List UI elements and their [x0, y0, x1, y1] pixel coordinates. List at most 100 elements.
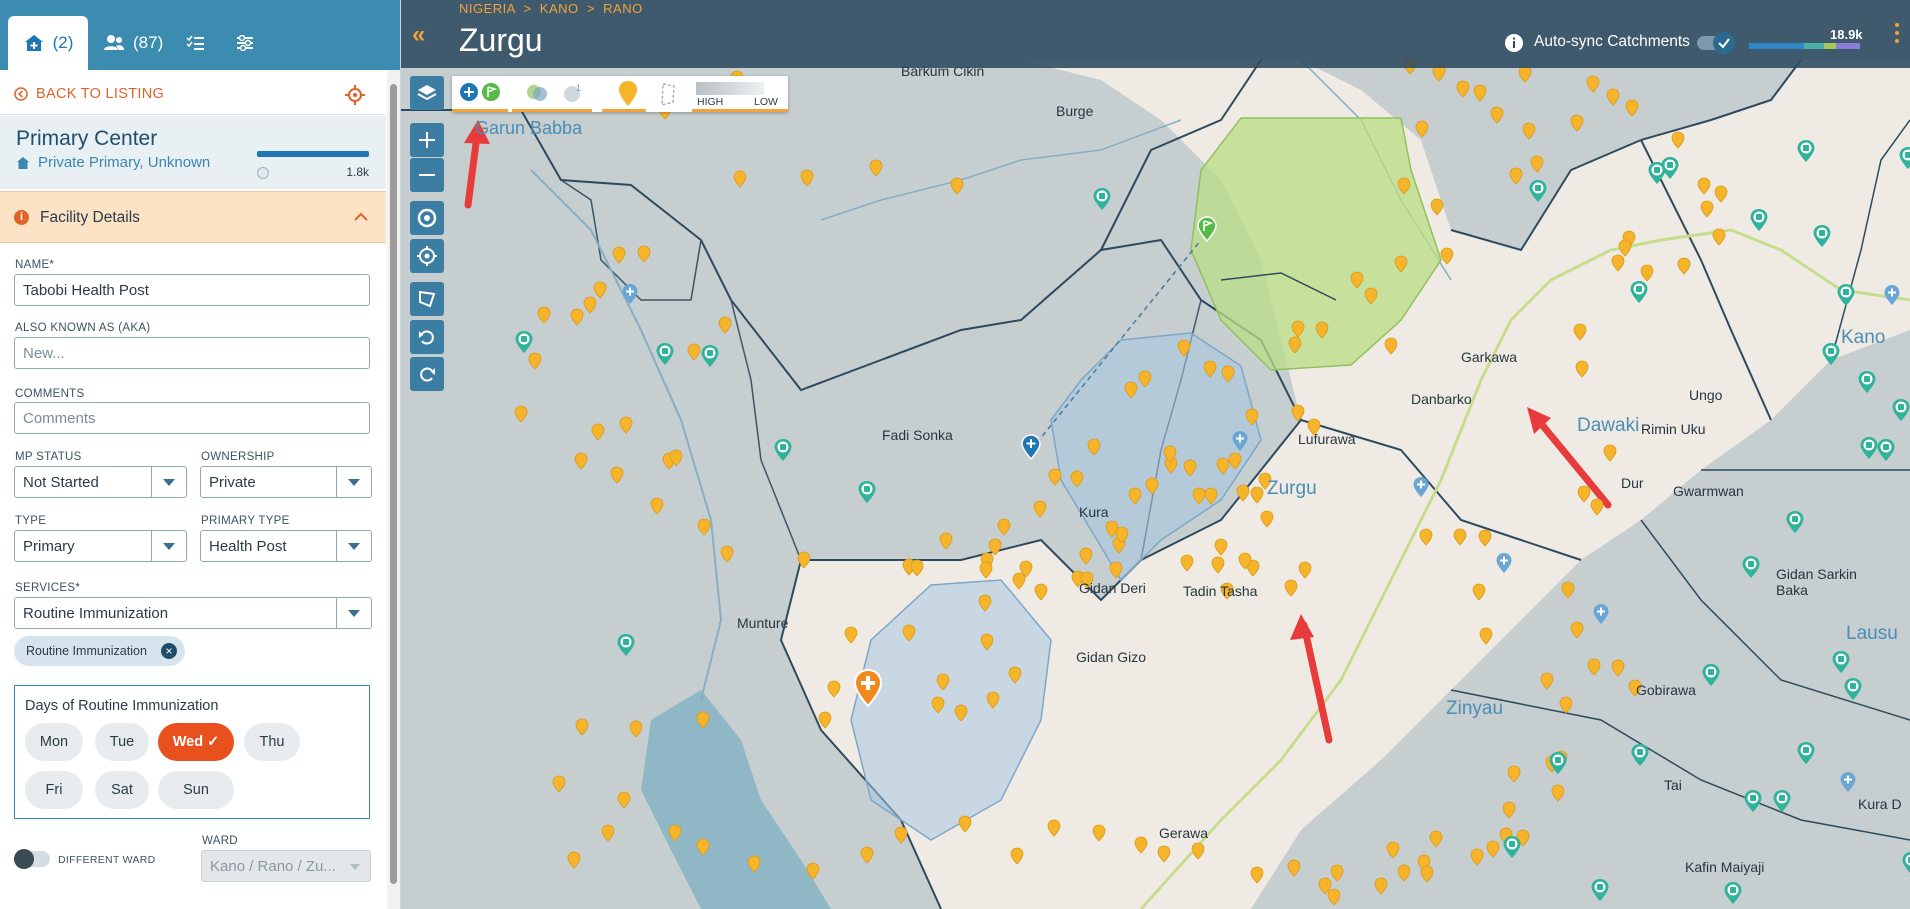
day-sun[interactable]: Sun	[158, 771, 234, 809]
facility-pin-icon[interactable]	[1440, 247, 1454, 265]
facility-pin-icon[interactable]	[980, 633, 994, 651]
facility-pin-icon[interactable]	[1561, 581, 1575, 599]
selected-facility-pin-icon[interactable]	[852, 668, 884, 708]
facility-pin-icon[interactable]	[1315, 321, 1329, 339]
facility-pin-icon[interactable]	[1587, 658, 1601, 676]
facility-pin-icon[interactable]	[1606, 88, 1620, 106]
remove-chip-icon[interactable]: ×	[161, 643, 177, 659]
facility-pin-icon[interactable]	[1109, 561, 1123, 579]
facility-pin-icon[interactable]	[1228, 452, 1242, 470]
health-post-pin-icon[interactable]	[1590, 878, 1610, 902]
facility-pin-icon[interactable]	[629, 720, 643, 738]
facility-pin-icon[interactable]	[910, 559, 924, 577]
facility-pin-icon[interactable]	[1430, 198, 1444, 216]
facility-pin-icon[interactable]	[552, 775, 566, 793]
name-input[interactable]: Tabobi Health Post	[14, 274, 370, 306]
services-select[interactable]: Routine Immunization	[14, 597, 372, 629]
day-mon[interactable]: Mon	[25, 723, 83, 761]
health-post-pin-icon[interactable]	[1723, 881, 1743, 905]
layers-button[interactable]	[410, 76, 444, 110]
facility-pin-icon[interactable]	[1019, 560, 1033, 578]
health-post-pin-icon[interactable]	[1876, 438, 1896, 462]
facility-pin-icon[interactable]	[1420, 865, 1434, 883]
facility-pin-icon[interactable]	[1573, 323, 1587, 341]
reset-view-button[interactable]	[410, 201, 444, 235]
health-post-pin-icon[interactable]	[1548, 751, 1568, 775]
health-post-pin-icon[interactable]	[1502, 835, 1522, 859]
health-post-pin-icon[interactable]	[1660, 156, 1680, 180]
facility-pin-icon[interactable]	[1540, 672, 1554, 690]
facility-pin-icon[interactable]	[1472, 583, 1486, 601]
flag-pin-icon[interactable]	[1196, 216, 1218, 242]
facility-pin-icon[interactable]	[1509, 167, 1523, 185]
breadcrumb[interactable]: NIGERIA > KANO > RANO	[459, 1, 643, 16]
health-post-pin-icon[interactable]	[1629, 280, 1649, 304]
facility-pin-icon[interactable]	[1034, 583, 1048, 601]
facility-pin-icon[interactable]	[1287, 859, 1301, 877]
facility-pin-icon[interactable]	[1522, 122, 1536, 140]
facility-pin-icon[interactable]	[1250, 486, 1264, 504]
tab-users[interactable]: (87)	[103, 16, 163, 70]
facility-pin-icon[interactable]	[1374, 877, 1388, 895]
health-post-pin-icon[interactable]	[1749, 208, 1769, 232]
facility-pin-icon[interactable]	[537, 306, 551, 324]
facility-pin-icon[interactable]	[1204, 487, 1218, 505]
facility-details-header[interactable]: i Facility Details	[0, 191, 386, 243]
facility-pin-icon[interactable]	[1397, 864, 1411, 882]
facility-pin-icon[interactable]	[1008, 666, 1022, 684]
facility-pin-icon[interactable]	[1284, 579, 1298, 597]
facility-pin-icon[interactable]	[1221, 365, 1235, 383]
zoom-out-button[interactable]	[410, 158, 444, 192]
facility-pin-icon[interactable]	[1473, 84, 1487, 102]
tab-facilities[interactable]: (2)	[8, 16, 88, 70]
auto-sync-toggle[interactable]	[1697, 32, 1735, 54]
facility-pin-icon[interactable]	[1586, 75, 1600, 93]
primary-center-pin-icon[interactable]	[1883, 284, 1901, 306]
health-post-pin-icon[interactable]	[1528, 179, 1548, 203]
health-post-pin-icon[interactable]	[857, 480, 877, 504]
day-thu[interactable]: Thu	[244, 723, 300, 761]
collapse-sidebar-button[interactable]: «	[412, 23, 436, 47]
facility-pin-icon[interactable]	[958, 815, 972, 833]
facility-pin-icon[interactable]	[601, 824, 615, 842]
facility-pin-icon[interactable]	[747, 855, 761, 873]
facility-pin-icon[interactable]	[696, 838, 710, 856]
facility-pin-icon[interactable]	[575, 718, 589, 736]
facility-pin-icon[interactable]	[939, 532, 953, 550]
facility-pin-icon[interactable]	[1478, 529, 1492, 547]
facility-pin-icon[interactable]	[797, 551, 811, 569]
facility-pin-icon[interactable]	[1124, 381, 1138, 399]
facility-pin-icon[interactable]	[617, 791, 631, 809]
day-sat[interactable]: Sat	[95, 771, 149, 809]
facility-pin-icon[interactable]	[827, 680, 841, 698]
tab-checklist[interactable]	[186, 16, 204, 70]
facility-pin-icon[interactable]	[997, 518, 1011, 536]
facility-pin-icon[interactable]	[1238, 552, 1252, 570]
day-wed[interactable]: Wed ✓	[158, 723, 234, 761]
facility-pin-icon[interactable]	[1697, 177, 1711, 195]
facility-pin-icon[interactable]	[696, 711, 710, 729]
locate-button[interactable]	[410, 239, 444, 273]
facility-pin-icon[interactable]	[718, 316, 732, 334]
facility-pin-icon[interactable]	[1671, 131, 1685, 149]
facility-pin-icon[interactable]	[1134, 836, 1148, 854]
facility-pin-icon[interactable]	[1453, 528, 1467, 546]
facility-pin-icon[interactable]	[1415, 120, 1429, 138]
facility-pin-icon[interactable]	[936, 673, 950, 691]
health-post-pin-icon[interactable]	[1785, 510, 1805, 534]
facility-pin-icon[interactable]	[1236, 484, 1250, 502]
facility-pin-icon[interactable]	[1330, 864, 1344, 882]
facility-pin-icon[interactable]	[818, 711, 832, 729]
health-post-pin-icon[interactable]	[1857, 370, 1877, 394]
facility-pin-icon[interactable]	[844, 626, 858, 644]
facility-pin-icon[interactable]	[574, 452, 588, 470]
facility-pin-icon[interactable]	[986, 691, 1000, 709]
facility-pin-icon[interactable]	[1712, 228, 1726, 246]
health-post-pin-icon[interactable]	[1701, 663, 1721, 687]
undo-button[interactable]	[410, 320, 444, 354]
locate-facility-icon[interactable]	[342, 82, 368, 108]
facility-pin-icon[interactable]	[1291, 320, 1305, 338]
population-slider-handle[interactable]	[257, 167, 269, 179]
facility-pin-icon[interactable]	[1559, 696, 1573, 714]
facility-pin-icon[interactable]	[650, 497, 664, 515]
